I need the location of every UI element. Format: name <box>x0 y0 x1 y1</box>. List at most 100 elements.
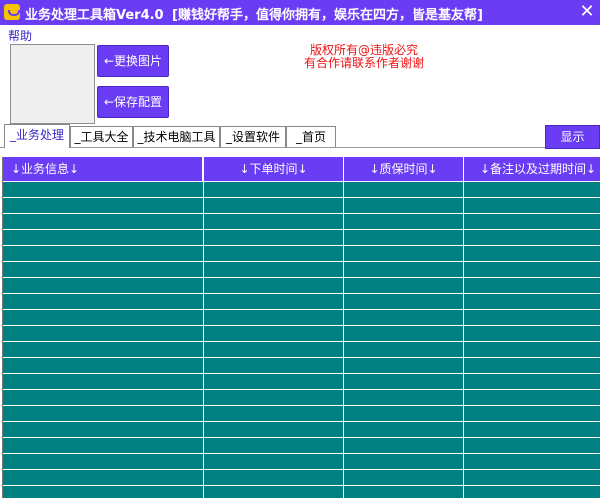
table-cell[interactable] <box>204 486 343 498</box>
table-cell[interactable] <box>344 278 463 293</box>
table-row[interactable] <box>3 278 600 293</box>
tab-tech-tools[interactable]: _技术电脑工具 <box>133 126 220 147</box>
table-cell[interactable] <box>344 246 463 261</box>
menu-help[interactable]: 帮助 <box>8 27 32 44</box>
table-cell[interactable] <box>3 342 203 357</box>
table-cell[interactable] <box>3 390 203 405</box>
table-cell[interactable] <box>344 390 463 405</box>
table-row[interactable] <box>3 230 600 245</box>
table-cell[interactable] <box>464 486 600 498</box>
table-cell[interactable] <box>344 310 463 325</box>
table-cell[interactable] <box>204 310 343 325</box>
table-cell[interactable] <box>204 246 343 261</box>
table-cell[interactable] <box>464 246 600 261</box>
table-cell[interactable] <box>464 198 600 213</box>
data-grid[interactable]: ↓业务信息↓ ↓下单时间↓ ↓质保时间↓ ↓备注以及过期时间↓ <box>2 157 600 498</box>
table-cell[interactable] <box>344 422 463 437</box>
table-cell[interactable] <box>3 470 203 485</box>
table-cell[interactable] <box>3 278 203 293</box>
table-cell[interactable] <box>204 198 343 213</box>
table-cell[interactable] <box>464 454 600 469</box>
table-cell[interactable] <box>344 230 463 245</box>
table-cell[interactable] <box>3 358 203 373</box>
table-row[interactable] <box>3 326 600 341</box>
table-cell[interactable] <box>344 262 463 277</box>
table-row[interactable] <box>3 342 600 357</box>
table-cell[interactable] <box>464 390 600 405</box>
table-cell[interactable] <box>464 470 600 485</box>
table-cell[interactable] <box>344 294 463 309</box>
column-header-order-time[interactable]: ↓下单时间↓ <box>204 157 344 181</box>
table-cell[interactable] <box>204 454 343 469</box>
table-cell[interactable] <box>464 310 600 325</box>
table-cell[interactable] <box>204 230 343 245</box>
table-cell[interactable] <box>204 438 343 453</box>
table-cell[interactable] <box>344 358 463 373</box>
table-cell[interactable] <box>3 230 203 245</box>
table-cell[interactable] <box>204 214 343 229</box>
table-cell[interactable] <box>464 214 600 229</box>
table-row[interactable] <box>3 310 600 325</box>
table-row[interactable] <box>3 262 600 277</box>
table-cell[interactable] <box>344 406 463 421</box>
table-row[interactable] <box>3 422 600 437</box>
table-row[interactable] <box>3 438 600 453</box>
tab-settings[interactable]: _设置软件 <box>220 126 286 147</box>
table-row[interactable] <box>3 374 600 389</box>
tab-business[interactable]: _业务处理 <box>4 124 70 148</box>
table-cell[interactable] <box>3 310 203 325</box>
table-row[interactable] <box>3 358 600 373</box>
table-cell[interactable] <box>464 406 600 421</box>
table-cell[interactable] <box>344 486 463 498</box>
table-row[interactable] <box>3 246 600 261</box>
column-header-notes-expiry[interactable]: ↓备注以及过期时间↓ <box>464 157 600 181</box>
table-cell[interactable] <box>3 182 203 197</box>
table-cell[interactable] <box>3 374 203 389</box>
table-cell[interactable] <box>344 342 463 357</box>
table-cell[interactable] <box>204 294 343 309</box>
table-cell[interactable] <box>3 438 203 453</box>
table-cell[interactable] <box>344 454 463 469</box>
table-cell[interactable] <box>344 198 463 213</box>
table-row[interactable] <box>3 486 600 498</box>
table-cell[interactable] <box>464 262 600 277</box>
table-cell[interactable] <box>204 406 343 421</box>
table-cell[interactable] <box>3 198 203 213</box>
close-icon[interactable]: ✕ <box>576 1 598 23</box>
table-cell[interactable] <box>3 454 203 469</box>
table-cell[interactable] <box>344 214 463 229</box>
table-cell[interactable] <box>204 390 343 405</box>
table-cell[interactable] <box>464 438 600 453</box>
table-row[interactable] <box>3 406 600 421</box>
table-cell[interactable] <box>3 214 203 229</box>
table-cell[interactable] <box>3 406 203 421</box>
table-row[interactable] <box>3 454 600 469</box>
show-button[interactable]: 显示 <box>545 125 600 149</box>
tab-tools[interactable]: _工具大全 <box>70 126 133 147</box>
tab-home[interactable]: _首页 <box>286 126 336 147</box>
table-cell[interactable] <box>204 374 343 389</box>
table-cell[interactable] <box>344 438 463 453</box>
table-cell[interactable] <box>204 278 343 293</box>
table-cell[interactable] <box>344 470 463 485</box>
table-cell[interactable] <box>464 278 600 293</box>
table-cell[interactable] <box>3 246 203 261</box>
table-cell[interactable] <box>464 358 600 373</box>
table-cell[interactable] <box>204 470 343 485</box>
table-cell[interactable] <box>204 262 343 277</box>
table-cell[interactable] <box>204 358 343 373</box>
table-cell[interactable] <box>3 262 203 277</box>
table-row[interactable] <box>3 390 600 405</box>
save-config-button[interactable]: ←保存配置 <box>97 86 169 118</box>
table-cell[interactable] <box>464 230 600 245</box>
table-cell[interactable] <box>3 486 203 498</box>
table-cell[interactable] <box>344 182 463 197</box>
table-cell[interactable] <box>204 422 343 437</box>
table-cell[interactable] <box>3 422 203 437</box>
table-cell[interactable] <box>3 326 203 341</box>
table-row[interactable] <box>3 294 600 309</box>
table-cell[interactable] <box>204 182 343 197</box>
change-image-button[interactable]: ←更换图片 <box>97 45 169 77</box>
column-header-warranty-time[interactable]: ↓质保时间↓ <box>344 157 464 181</box>
table-cell[interactable] <box>464 342 600 357</box>
